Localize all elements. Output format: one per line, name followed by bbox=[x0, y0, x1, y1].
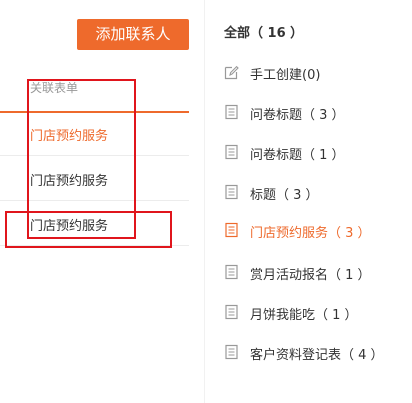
table-row[interactable]: 门店预约服务 bbox=[0, 157, 189, 201]
filter-item-label: 标题（ 3 ） bbox=[250, 188, 319, 203]
filter-item-form[interactable]: 问卷标题（ 3 ） bbox=[205, 97, 412, 127]
contacts-pane: 添加联系人 关联表单 门店预约服务 门店预约服务 门店预约服务 bbox=[0, 0, 200, 403]
pencil-icon bbox=[224, 64, 239, 80]
filter-item-form[interactable]: 赏月活动报名（ 1 ） bbox=[205, 257, 412, 287]
filter-item-label: 问卷标题（ 1 ） bbox=[250, 148, 345, 163]
document-icon bbox=[224, 304, 239, 320]
filter-all-count: （ 16 ） bbox=[250, 26, 304, 41]
filter-item-label: 客户资料登记表（ 4 ） bbox=[250, 348, 384, 363]
filter-item-label: 问卷标题（ 3 ） bbox=[250, 108, 345, 123]
filter-item-label: 门店预约服务（ 3 ） bbox=[250, 226, 371, 241]
add-contact-button[interactable]: 添加联系人 bbox=[77, 19, 189, 50]
filter-item-form[interactable]: 问卷标题（ 1 ） bbox=[205, 137, 412, 167]
filter-all-label: 全部 bbox=[224, 26, 251, 41]
document-icon bbox=[224, 184, 239, 200]
linked-form-cell: 门店预约服务 bbox=[30, 129, 109, 144]
filter-item-manual[interactable]: 手工创建(0) bbox=[205, 57, 412, 87]
filter-item-label: 赏月活动报名（ 1 ） bbox=[250, 268, 371, 283]
linked-form-cell: 门店预约服务 bbox=[30, 174, 109, 189]
filter-item-form[interactable]: 月饼我能吃（ 1 ） bbox=[205, 297, 412, 327]
document-icon bbox=[224, 222, 239, 238]
document-icon bbox=[224, 144, 239, 160]
document-icon bbox=[224, 344, 239, 360]
linked-form-cell: 门店预约服务 bbox=[30, 219, 109, 234]
document-icon bbox=[224, 264, 239, 280]
form-filter-panel: 全部（ 16 ） 手工创建(0) 问卷标题（ 3 ） 问卷标题（ 1 ） 标题（… bbox=[205, 0, 412, 403]
document-icon bbox=[224, 104, 239, 120]
filter-item-label: 月饼我能吃（ 1 ） bbox=[250, 308, 358, 323]
filter-item-label: 手工创建(0) bbox=[250, 68, 321, 83]
filter-item-form[interactable]: 标题（ 3 ） bbox=[205, 177, 412, 207]
table-row[interactable]: 门店预约服务 bbox=[0, 112, 189, 156]
table-row[interactable]: 门店预约服务 bbox=[0, 202, 189, 246]
filter-item-form-active[interactable]: 门店预约服务（ 3 ） bbox=[205, 215, 412, 245]
filter-all[interactable]: 全部（ 16 ） bbox=[224, 22, 303, 41]
filter-item-form[interactable]: 客户资料登记表（ 4 ） bbox=[205, 337, 412, 367]
column-header-linked-form: 关联表单 bbox=[30, 81, 79, 95]
